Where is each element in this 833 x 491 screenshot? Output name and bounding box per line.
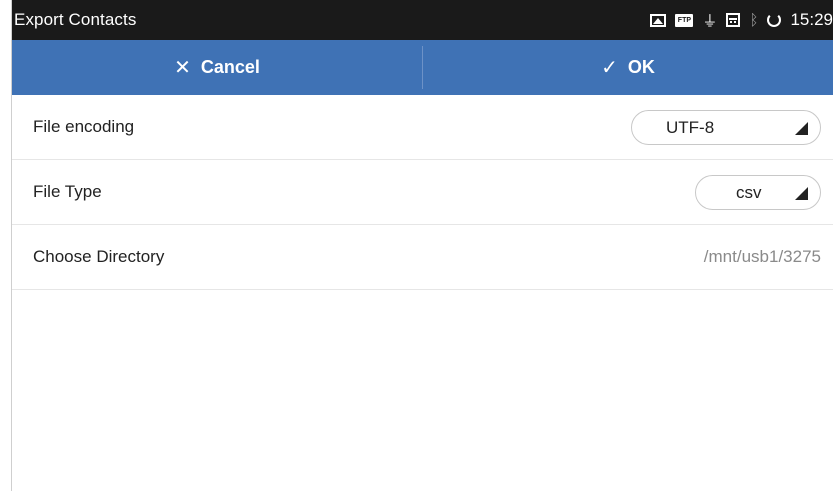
cancel-button[interactable]: ✕ Cancel [12,40,422,95]
check-icon: ✓ [601,57,618,79]
choose-directory-value: /mnt/usb1/3275 [703,247,821,266]
file-encoding-value: UTF-8 [666,117,715,137]
cancel-label: Cancel [200,57,260,77]
file-encoding-dropdown[interactable]: UTF-8 [631,110,821,145]
left-frame-edge [0,0,12,491]
settings-list: File encoding UTF-8 File Type csv Choose… [12,95,833,290]
ok-button[interactable]: ✓ OK [423,40,833,95]
export-contacts-screen: Export Contacts FTP ⏚ ᛒ 15:29 ✕ Cancel ✓… [12,0,833,491]
status-time: 15:29 [790,10,833,29]
file-encoding-label: File encoding [33,117,135,136]
window-title: Export Contacts [14,10,137,29]
file-type-dropdown[interactable]: csv [695,175,821,210]
image-icon [650,13,667,27]
usb-icon: ⏚ [702,12,718,30]
file-encoding-row: File encoding UTF-8 [12,95,833,160]
status-icons: FTP ⏚ ᛒ 15:29 [650,0,833,40]
choose-directory-row[interactable]: Choose Directory /mnt/usb1/3275 [12,225,833,290]
choose-directory-label: Choose Directory [33,247,165,266]
dropdown-arrow-icon [795,122,808,135]
file-type-row: File Type csv [12,160,833,225]
bluetooth-icon: ᛒ [749,11,759,29]
sync-icon [767,13,782,27]
status-bar: Export Contacts FTP ⏚ ᛒ 15:29 [12,0,833,40]
dropdown-arrow-icon [795,187,808,200]
action-bar: ✕ Cancel ✓ OK [12,40,833,95]
ok-label: OK [627,57,655,77]
ftp-icon: FTP [675,13,694,27]
file-type-label: File Type [33,182,102,201]
calendar-icon [726,13,741,27]
close-icon: ✕ [174,57,191,79]
